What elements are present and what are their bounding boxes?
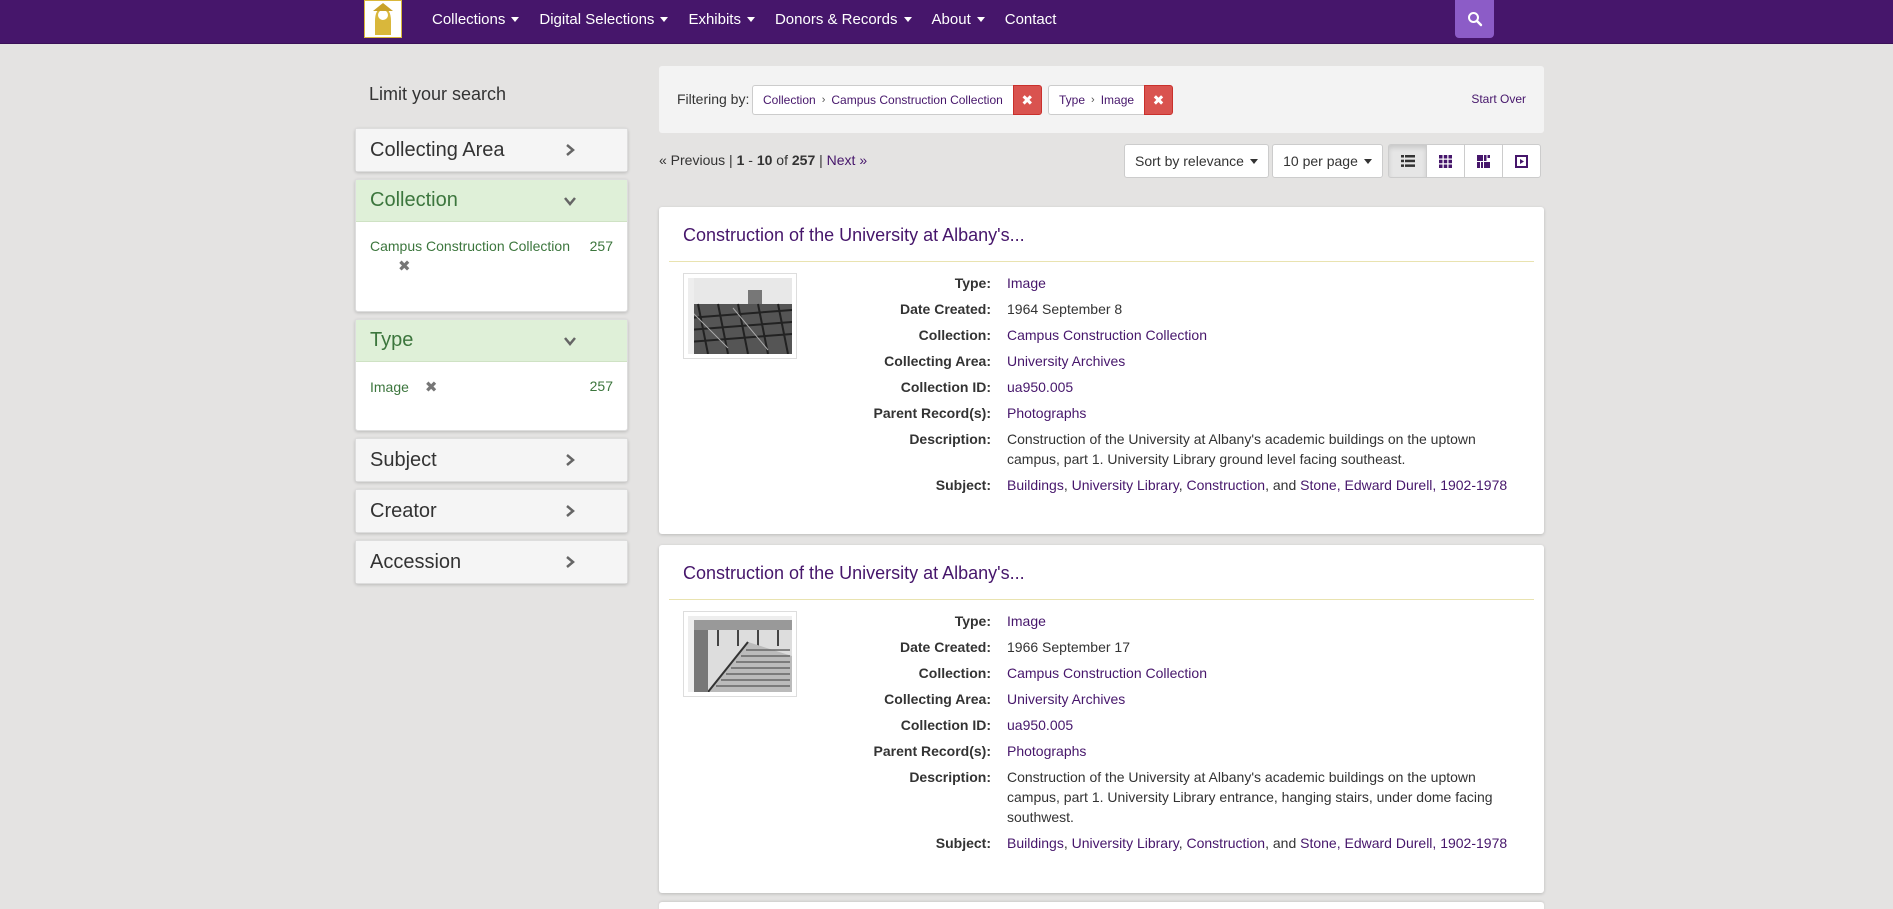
subject-link[interactable]: Buildings	[1007, 835, 1064, 851]
search-icon	[1467, 12, 1482, 27]
caret-down-icon	[1363, 158, 1372, 164]
start-over-link[interactable]: Start Over	[1471, 92, 1526, 106]
angle-right-icon: ›	[1091, 94, 1095, 106]
previous-link: « Previous	[659, 152, 726, 168]
collection-link[interactable]: Campus Construction Collection	[1007, 665, 1207, 681]
search-result-3-partial	[659, 902, 1544, 909]
facet-accession: Accession	[355, 540, 628, 584]
nav-about[interactable]: About	[922, 0, 995, 38]
minerva-logo-icon	[365, 1, 401, 37]
subject-link[interactable]: Stone, Edward Durell, 1902-1978	[1300, 477, 1507, 493]
chevron-right-icon	[566, 505, 575, 517]
facet-count: 257	[589, 238, 613, 254]
gallery-view-icon	[1439, 154, 1452, 168]
result-title-link[interactable]: Construction of the University at Albany…	[683, 225, 1025, 246]
nav-contact[interactable]: Contact	[995, 0, 1067, 38]
nav-digital-selections[interactable]: Digital Selections	[529, 0, 678, 38]
search-result-1: Construction of the University at Albany…	[659, 207, 1544, 534]
constraint-type: Type › Image ✖	[1048, 85, 1174, 115]
result-thumbnail[interactable]	[683, 273, 797, 359]
title-divider	[669, 599, 1534, 600]
caret-down-icon	[976, 16, 985, 22]
remove-facet-icon[interactable]: ✖	[398, 258, 411, 275]
facet-selected-value: Campus Construction Collection	[370, 238, 570, 254]
caret-down-icon	[660, 16, 669, 22]
constraint-collection: Collection › Campus Construction Collect…	[752, 85, 1042, 115]
facet-count: 257	[589, 378, 613, 394]
subject-link[interactable]: Construction	[1187, 477, 1266, 493]
gallery-view-button[interactable]	[1426, 144, 1465, 178]
caret-down-icon	[746, 16, 755, 22]
nav-collections[interactable]: Collections	[422, 0, 529, 38]
remove-constraint-icon[interactable]: ✖	[1144, 85, 1174, 115]
limit-search-title: Limit your search	[369, 84, 507, 104]
type-link[interactable]: Image	[1007, 275, 1046, 291]
slideshow-view-button[interactable]	[1502, 144, 1541, 178]
chevron-right-icon	[566, 454, 575, 466]
facet-header-collecting-area[interactable]: Collecting Area	[356, 129, 627, 171]
subject-link[interactable]: Construction	[1187, 835, 1266, 851]
stairs-photo-thumbnail	[688, 616, 792, 692]
applied-filters-bar: Filtering by: Collection › Campus Constr…	[659, 66, 1544, 133]
subject-link[interactable]: Stone, Edward Durell, 1902-1978	[1300, 835, 1507, 851]
chevron-down-icon	[564, 336, 576, 346]
facet-header-creator[interactable]: Creator	[356, 490, 627, 532]
parent-record-link[interactable]: Photographs	[1007, 405, 1086, 421]
collection-link[interactable]: Campus Construction Collection	[1007, 327, 1207, 343]
list-view-icon	[1400, 155, 1415, 167]
nav-exhibits[interactable]: Exhibits	[678, 0, 765, 38]
collecting-area-link[interactable]: University Archives	[1007, 353, 1125, 369]
remove-facet-icon[interactable]: ✖	[425, 379, 438, 396]
angle-right-icon: ›	[821, 94, 826, 106]
search-button[interactable]	[1455, 0, 1494, 38]
top-navbar: Collections Digital Selections Exhibits …	[0, 0, 1893, 44]
facet-header-accession[interactable]: Accession	[356, 541, 627, 583]
collection-id-link[interactable]: ua950.005	[1007, 379, 1073, 395]
facet-header-collection[interactable]: Collection	[356, 180, 627, 222]
facet-header-subject[interactable]: Subject	[356, 439, 627, 481]
facet-collecting-area: Collecting Area	[355, 128, 628, 172]
type-link[interactable]: Image	[1007, 613, 1046, 629]
collecting-area-link[interactable]: University Archives	[1007, 691, 1125, 707]
caret-down-icon	[511, 16, 520, 22]
masonry-view-icon	[1477, 154, 1490, 168]
filtering-by-label: Filtering by:	[677, 91, 750, 107]
nav-donors-records[interactable]: Donors & Records	[765, 0, 922, 38]
sort-dropdown[interactable]: Sort by relevance	[1124, 144, 1269, 178]
view-type-group	[1388, 144, 1541, 178]
construction-photo-thumbnail	[688, 278, 792, 354]
results-pager: « Previous | 1 - 10 of 257 | Next »	[659, 152, 868, 168]
constraint-type-value[interactable]: Type › Image	[1048, 85, 1145, 115]
parent-record-link[interactable]: Photographs	[1007, 743, 1086, 759]
subject-link[interactable]: University Library	[1072, 835, 1179, 851]
remove-constraint-icon[interactable]: ✖	[1012, 85, 1042, 115]
masonry-view-button[interactable]	[1464, 144, 1503, 178]
facet-creator: Creator	[355, 489, 628, 533]
next-link[interactable]: Next »	[827, 152, 867, 168]
university-logo[interactable]	[364, 0, 402, 38]
constraint-collection-value[interactable]: Collection › Campus Construction Collect…	[752, 85, 1013, 115]
result-title-link[interactable]: Construction of the University at Albany…	[683, 563, 1025, 584]
per-page-dropdown[interactable]: 10 per page	[1272, 144, 1383, 178]
subject-link[interactable]: University Library	[1072, 477, 1179, 493]
title-divider	[669, 261, 1534, 262]
caret-down-icon	[1249, 158, 1258, 164]
facet-type: Type Image ✖ 257	[355, 319, 628, 431]
facet-collection: Collection Campus Construction Collectio…	[355, 179, 628, 312]
caret-down-icon	[903, 16, 912, 22]
list-view-button[interactable]	[1388, 144, 1427, 178]
facet-selected-value: Image	[370, 379, 409, 395]
result-thumbnail[interactable]	[683, 611, 797, 697]
search-result-2: Construction of the University at Albany…	[659, 545, 1544, 893]
facet-header-type[interactable]: Type	[356, 320, 627, 362]
chevron-down-icon	[564, 196, 576, 206]
subject-link[interactable]: Buildings	[1007, 477, 1064, 493]
facet-subject: Subject	[355, 438, 628, 482]
chevron-right-icon	[566, 144, 575, 156]
slideshow-view-icon	[1515, 154, 1528, 168]
collection-id-link[interactable]: ua950.005	[1007, 717, 1073, 733]
chevron-right-icon	[566, 556, 575, 568]
